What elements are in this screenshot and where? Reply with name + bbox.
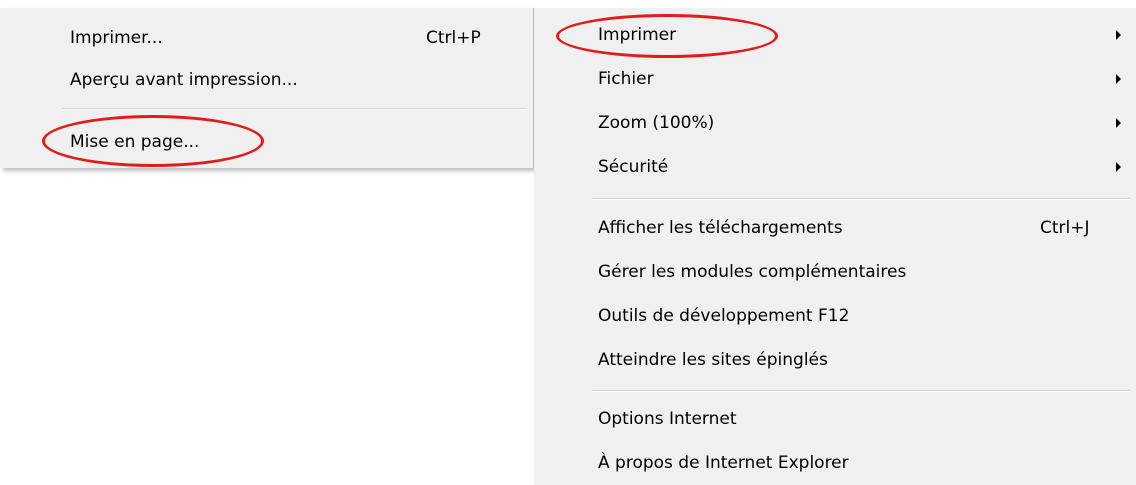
menu-item-modules[interactable]: Gérer les modules complémentaires	[534, 250, 1136, 294]
menu-separator-highlight	[62, 109, 527, 110]
menu-item-outils-dev[interactable]: Outils de développement F12	[534, 294, 1136, 338]
submenu-arrow-icon	[1116, 118, 1121, 128]
menu-item-label: Gérer les modules complémentaires	[598, 262, 907, 282]
submenu-arrow-icon	[1116, 30, 1121, 40]
menu-item-imprimer[interactable]: Imprimer... Ctrl+P	[0, 16, 533, 60]
menu-item-apercu[interactable]: Aperçu avant impression...	[0, 58, 533, 102]
print-submenu: Imprimer... Ctrl+P Aperçu avant impressi…	[0, 8, 534, 168]
tools-menu: Imprimer Fichier Zoom (100%) Sécurité Af…	[534, 8, 1136, 485]
menu-item-shortcut: Ctrl+P	[426, 28, 481, 48]
menu-item-mise-en-page[interactable]: Mise en page...	[0, 120, 533, 164]
menu-item-telechargements[interactable]: Afficher les téléchargements Ctrl+J	[534, 206, 1136, 250]
menu-item-label: Afficher les téléchargements	[598, 218, 843, 238]
submenu-arrow-icon	[1116, 162, 1121, 172]
menu-item-sites-epingles[interactable]: Atteindre les sites épinglés	[534, 338, 1136, 382]
menu-item-label: Zoom (100%)	[598, 113, 715, 133]
menu-item-label: Aperçu avant impression...	[70, 70, 298, 90]
menu-item-securite[interactable]: Sécurité	[534, 145, 1136, 189]
submenu-arrow-icon	[1116, 74, 1121, 84]
menu-item-options-internet[interactable]: Options Internet	[534, 397, 1136, 441]
menu-item-a-propos[interactable]: À propos de Internet Explorer	[534, 441, 1136, 485]
menu-item-imprimer[interactable]: Imprimer	[534, 13, 1136, 57]
menu-item-label: À propos de Internet Explorer	[598, 453, 849, 473]
menu-item-zoom[interactable]: Zoom (100%)	[534, 101, 1136, 145]
menu-item-label: Imprimer...	[70, 28, 163, 48]
menu-item-label: Atteindre les sites épinglés	[598, 350, 828, 370]
menu-item-label: Imprimer	[598, 25, 677, 45]
menu-item-label: Outils de développement F12	[598, 306, 850, 326]
menu-item-label: Fichier	[598, 69, 654, 89]
menu-item-label: Mise en page...	[70, 132, 200, 152]
menu-item-label: Sécurité	[598, 157, 669, 177]
menu-separator-highlight	[592, 199, 1130, 200]
menu-item-fichier[interactable]: Fichier	[534, 57, 1136, 101]
menu-separator-highlight	[592, 391, 1130, 392]
menu-item-label: Options Internet	[598, 409, 737, 429]
menu-item-shortcut: Ctrl+J	[1040, 218, 1090, 238]
